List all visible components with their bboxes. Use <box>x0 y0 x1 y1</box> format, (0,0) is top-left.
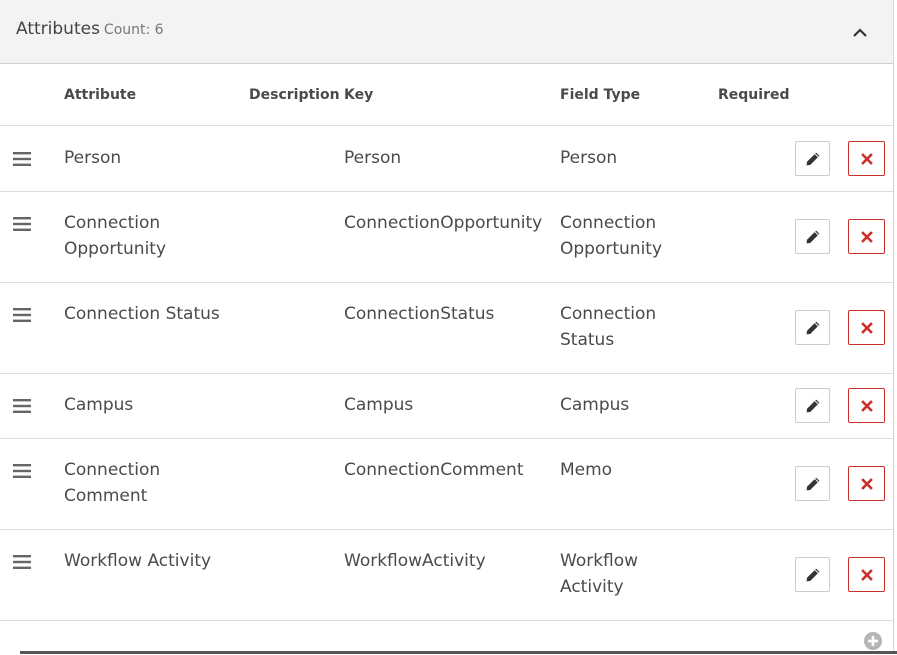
close-icon <box>860 321 873 334</box>
cell-field-type: Memo <box>560 457 612 483</box>
pencil-icon <box>806 399 819 412</box>
cell-attribute: Connection Comment <box>64 457 160 509</box>
plus-circle-icon[interactable] <box>863 631 883 651</box>
drag-handle-icon[interactable] <box>13 554 31 570</box>
cell-attribute: Connection Opportunity <box>64 210 166 262</box>
cell-attribute-line: Person <box>64 148 122 168</box>
pencil-icon <box>806 152 819 165</box>
cell-field-type-line: Connection <box>560 213 657 233</box>
panel-header[interactable]: Attributes Count: 6 <box>0 0 893 64</box>
cell-attribute-line: Campus <box>64 395 134 415</box>
close-icon <box>860 568 873 581</box>
chevron-up-icon[interactable] <box>850 24 870 40</box>
cell-field-type: Connection Status <box>560 301 656 353</box>
close-icon <box>860 399 873 412</box>
drag-handle-icon[interactable] <box>13 398 31 414</box>
row-divider <box>0 529 893 530</box>
cell-field-type-line: Activity <box>560 577 624 597</box>
panel-title-text: Attributes <box>16 19 100 39</box>
cell-key: ConnectionOpportunity <box>344 213 543 233</box>
edit-button[interactable] <box>795 388 830 423</box>
cell-attribute-line: Comment <box>64 486 148 506</box>
cell-field-type: Campus <box>560 392 629 418</box>
cell-field-type-line: Person <box>560 148 618 168</box>
close-icon <box>860 230 873 243</box>
close-icon <box>860 152 873 165</box>
pencil-icon <box>806 477 819 490</box>
cell-field-type-line: Opportunity <box>560 239 663 259</box>
edit-button[interactable] <box>795 310 830 345</box>
cell-field-type: Workflow Activity <box>560 548 638 600</box>
row-divider <box>0 191 893 192</box>
delete-button[interactable] <box>848 388 885 423</box>
attributes-panel: Attributes Count: 6 Attribute Description… <box>0 0 894 652</box>
attribute-count: Count: 6 <box>103 22 164 38</box>
drag-handle-icon[interactable] <box>13 307 31 323</box>
drag-handle-icon[interactable] <box>13 463 31 479</box>
cell-attribute: Connection Status <box>64 301 220 327</box>
cell-attribute: Person <box>64 145 121 171</box>
cell-field-type-line: Connection <box>560 304 657 324</box>
column-header-key[interactable]: Key <box>344 87 373 103</box>
delete-button[interactable] <box>848 219 885 254</box>
cell-key: Person <box>344 148 402 168</box>
cell-field-type: Connection Opportunity <box>560 210 662 262</box>
column-header-field-type[interactable]: Field Type <box>560 87 640 103</box>
cell-attribute: Workflow Activity <box>64 548 211 574</box>
delete-button[interactable] <box>848 466 885 501</box>
cell-attribute-line: Connection <box>64 213 161 233</box>
header-divider <box>0 125 893 126</box>
cell-key: WorkflowActivity <box>344 551 486 571</box>
edit-button[interactable] <box>795 141 830 176</box>
drag-handle-icon[interactable] <box>13 216 31 232</box>
drag-handle-icon[interactable] <box>13 151 31 167</box>
pencil-icon <box>806 321 819 334</box>
column-header-attribute[interactable]: Attribute <box>64 87 136 103</box>
delete-button[interactable] <box>848 310 885 345</box>
row-divider <box>0 438 893 439</box>
pencil-icon <box>806 230 819 243</box>
cell-attribute-line: Opportunity <box>64 239 167 259</box>
row-divider <box>0 620 893 621</box>
cell-key: ConnectionStatus <box>344 304 495 324</box>
cell-field-type: Person <box>560 145 617 171</box>
column-header-description[interactable]: Description <box>249 87 340 103</box>
pencil-icon <box>806 568 819 581</box>
row-divider <box>0 373 893 374</box>
cell-field-type-line: Status <box>560 330 615 350</box>
cell-key: ConnectionComment <box>344 460 524 480</box>
edit-button[interactable] <box>795 219 830 254</box>
cell-field-type-line: Memo <box>560 460 613 480</box>
cell-attribute-line: Connection Status <box>64 304 220 324</box>
delete-button[interactable] <box>848 141 885 176</box>
cell-attribute-line: Connection <box>64 460 161 480</box>
cell-attribute: Campus <box>64 392 133 418</box>
cell-field-type-line: Campus <box>560 395 630 415</box>
cell-field-type-line: Workflow <box>560 551 639 571</box>
close-icon <box>860 477 873 490</box>
cell-attribute-line: Workflow Activity <box>64 551 212 571</box>
column-header-required[interactable]: Required <box>718 87 789 103</box>
row-divider <box>0 282 893 283</box>
edit-button[interactable] <box>795 466 830 501</box>
edit-button[interactable] <box>795 557 830 592</box>
cell-key: Campus <box>344 395 414 415</box>
panel-title: Attributes Count: 6 <box>16 19 164 39</box>
delete-button[interactable] <box>848 557 885 592</box>
